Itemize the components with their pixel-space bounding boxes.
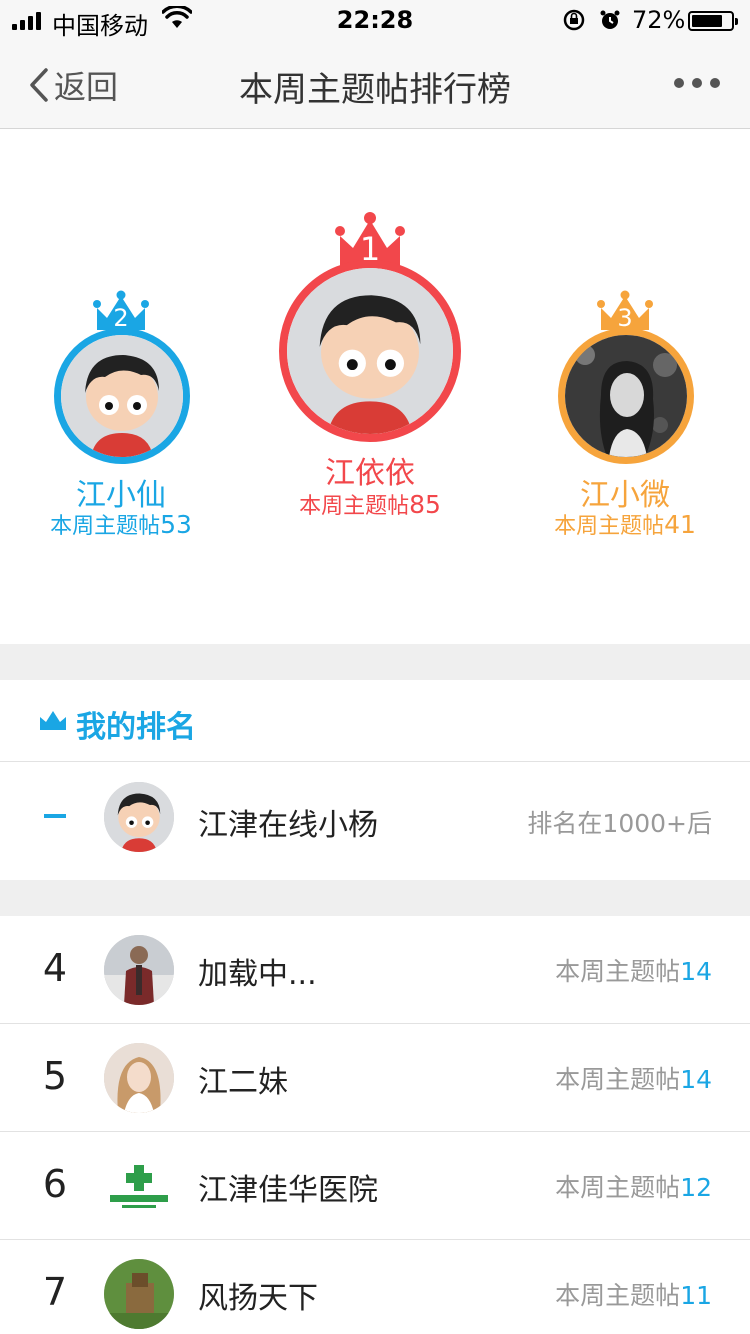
avatar (104, 1259, 174, 1329)
status-bar: 中国移动 22:28 72% (0, 0, 750, 40)
section-divider (0, 644, 750, 680)
rank-status: 排名在1000+后 (527, 809, 712, 838)
my-rank-header: 我的排名 (0, 680, 750, 762)
post-count-value: 14 (680, 1065, 712, 1094)
avatar (558, 328, 694, 464)
more-dot-icon (674, 78, 684, 88)
avatar (104, 1151, 174, 1221)
post-count: 本周主题帖14 (555, 1060, 712, 1096)
username: 加载中... (198, 957, 317, 992)
page-title: 本周主题帖排行榜 (239, 70, 511, 110)
post-count-value: 11 (680, 1281, 712, 1310)
podium-username: 江依依 (325, 456, 415, 491)
post-count-value: 12 (680, 1173, 712, 1202)
rank-number: 4 (42, 946, 68, 990)
rank-number: 7 (42, 1270, 68, 1314)
post-count-label: 本周主题帖 (555, 1173, 681, 1202)
cartoon-avatar-image (287, 268, 453, 434)
top-three-podium: 2 江小仙 本周主题帖53 1 江依依 本周主题帖85 3 江小微 本周主题帖4… (0, 130, 750, 644)
post-count-label: 本周主题帖 (555, 1281, 681, 1310)
ranking-row[interactable]: 4 加载中... 本周主题帖14 (0, 916, 750, 1024)
post-count-label: 本周主题帖 (299, 494, 410, 519)
post-count-label: 本周主题帖 (555, 1065, 681, 1094)
post-count-label: 本周主题帖 (555, 957, 681, 986)
rank-number: 5 (42, 1054, 68, 1098)
cartoon-avatar-image (61, 335, 183, 457)
my-rank-row[interactable]: 江津在线小杨 排名在1000+后 (0, 762, 750, 880)
username: 江二妹 (198, 1065, 288, 1100)
avatar (104, 935, 174, 1005)
alarm-icon (598, 8, 622, 38)
crown-icon (40, 711, 66, 730)
my-rank-dash (44, 814, 66, 818)
more-dot-icon (692, 78, 702, 88)
username: 风扬天下 (198, 1281, 318, 1316)
nav-bar: 返回 本周主题帖排行榜 (0, 40, 750, 129)
ranking-row[interactable]: 7 风扬天下 本周主题帖11 (0, 1240, 750, 1334)
photo-avatar-image (565, 335, 687, 457)
ranking-row[interactable]: 5 江二妹 本周主题帖14 (0, 1024, 750, 1132)
post-count-value: 53 (160, 510, 192, 539)
avatar (104, 782, 174, 852)
rank-number: 6 (42, 1162, 68, 1206)
avatar (54, 328, 190, 464)
post-count: 本周主题帖11 (555, 1276, 712, 1312)
podium-post-count: 本周主题帖41 (530, 508, 720, 540)
username: 江津在线小杨 (198, 808, 378, 843)
avatar (104, 1043, 174, 1113)
hospital-logo-icon (104, 1151, 174, 1221)
my-rank-title: 我的排名 (76, 710, 196, 745)
battery-percent: 72% (632, 6, 686, 34)
podium-post-count: 本周主题帖85 (270, 488, 470, 520)
post-count: 本周主题帖14 (555, 952, 712, 988)
section-divider (0, 880, 750, 916)
ranking-row[interactable]: 6 江津佳华医院 本周主题帖12 (0, 1132, 750, 1240)
podium-second[interactable]: 2 江小仙 本周主题帖53 (26, 290, 216, 539)
post-count-label: 本周主题帖 (50, 514, 161, 539)
more-menu-button[interactable] (674, 78, 720, 88)
podium-third[interactable]: 3 江小微 本周主题帖41 (530, 290, 720, 539)
username: 江津佳华医院 (198, 1173, 378, 1208)
post-count-value: 41 (664, 510, 696, 539)
post-count: 本周主题帖12 (555, 1168, 712, 1204)
post-count-label: 本周主题帖 (554, 514, 665, 539)
avatar (279, 260, 461, 442)
post-count-value: 14 (680, 957, 712, 986)
more-dot-icon (710, 78, 720, 88)
rotation-lock-icon (562, 8, 586, 38)
post-count-value: 85 (409, 490, 441, 519)
podium-post-count: 本周主题帖53 (26, 508, 216, 540)
podium-first[interactable]: 1 江依依 本周主题帖85 (270, 212, 470, 522)
battery-icon (688, 11, 738, 31)
